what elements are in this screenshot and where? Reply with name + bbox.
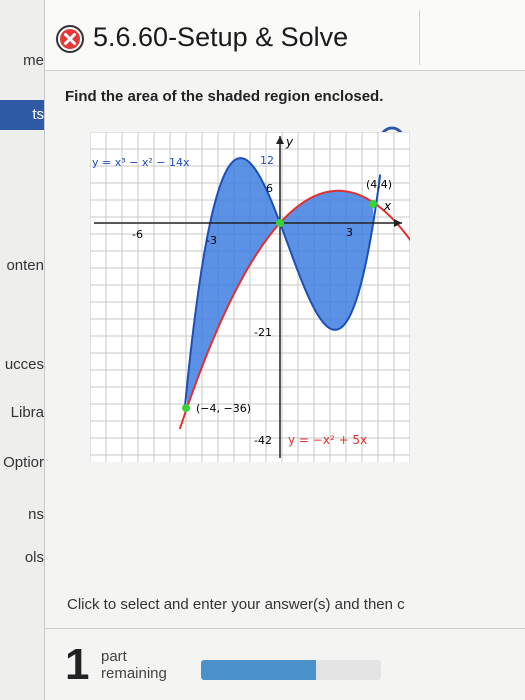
sidebar-item-7[interactable]: ols	[0, 545, 44, 571]
sidebar-item-1[interactable]: ts	[0, 100, 44, 130]
sidebar-item-label: ns	[28, 506, 44, 523]
point-label-neg4-neg36: (−4, −36)	[196, 402, 251, 415]
main-panel: 5.6.60-Setup & Solve Find the area of th…	[45, 0, 525, 700]
sidebar-item-2[interactable]: onten	[0, 253, 44, 279]
sidebar-item-label: ts	[32, 106, 44, 123]
intersection-point-4-4	[369, 200, 377, 208]
y-tick-neg42: -42	[254, 434, 272, 447]
sidebar-item-4[interactable]: Libra	[0, 400, 44, 426]
title-divider	[419, 10, 420, 65]
intersection-point-neg4-neg36	[182, 404, 190, 412]
cubic-equation-label: y = x³ − x² − 14x	[92, 156, 190, 169]
y-tick-neg21: -21	[254, 326, 272, 339]
x-axis-label: x	[383, 199, 392, 213]
parts-label-line-1: part	[101, 648, 127, 665]
sidebar-item-label: onten	[6, 257, 44, 274]
parts-progress-fill	[201, 660, 317, 680]
point-label-4-4: (4,4)	[366, 178, 392, 191]
title-bar: 5.6.60-Setup & Solve	[45, 0, 525, 71]
area-graph: y x y = x³ − x² − 14x 12 y = −x² + 5x 6 …	[90, 132, 410, 462]
cubic-label-tail: 12	[260, 154, 274, 167]
sidebar-item-label: ols	[24, 549, 44, 566]
parts-remaining-label: part remaining	[101, 648, 167, 682]
sidebar-item-label: me	[23, 52, 44, 69]
sidebar-item-6[interactable]: ns	[0, 502, 44, 528]
x-tick-3: 3	[346, 226, 353, 239]
x-tick-neg3: -3	[206, 234, 217, 247]
sidebar-item-0[interactable]: me	[0, 48, 44, 74]
sidebar-item-label: Optior	[3, 454, 44, 471]
question-prompt: Find the area of the shaded region enclo…	[65, 88, 384, 105]
problem-title: 5.6.60-Setup & Solve	[93, 22, 349, 52]
y-axis-label: y	[285, 135, 294, 149]
intersection-point-origin	[276, 219, 284, 227]
y-tick-6: 6	[266, 182, 273, 195]
footer-divider	[45, 628, 525, 629]
x-tick-neg6: -6	[132, 228, 143, 241]
parts-remaining-count: 1	[65, 640, 90, 689]
sidebar-item-label: Libra	[10, 404, 44, 421]
sidebar-item-5[interactable]: Optior	[0, 450, 44, 476]
sidebar-item-label: ucces	[4, 356, 44, 373]
parabola-equation-label: y = −x² + 5x	[288, 433, 367, 447]
incorrect-x-icon	[56, 25, 84, 53]
sidebar-item-3[interactable]: ucces	[0, 352, 44, 378]
sidebar: me ts onten ucces Libra Optior ns ols	[0, 0, 45, 700]
parts-label-line-2: remaining	[101, 665, 167, 682]
parts-progress-bar	[201, 660, 381, 680]
answer-instructions: Click to select and enter your answer(s)…	[67, 596, 405, 613]
